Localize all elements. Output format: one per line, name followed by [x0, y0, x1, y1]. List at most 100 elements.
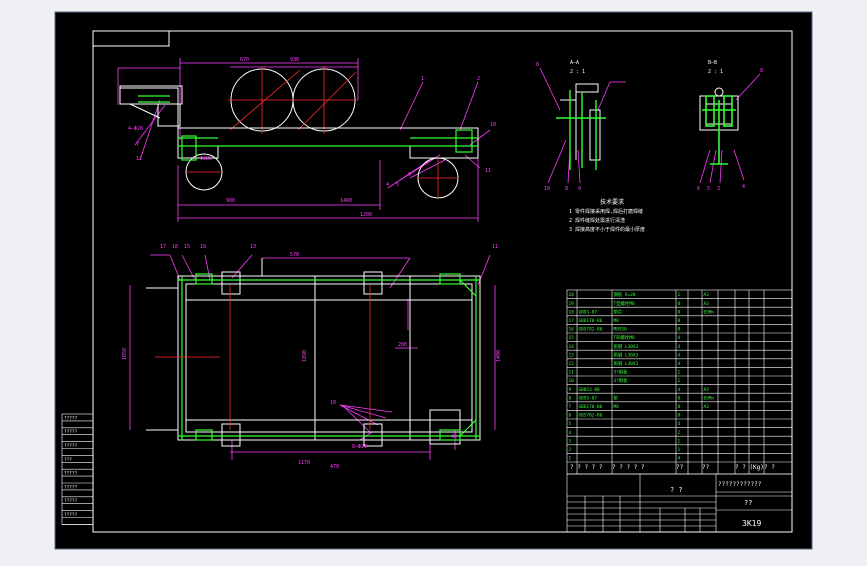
svg-text:200: 200	[398, 342, 407, 348]
svg-text:8—Φ20: 8—Φ20	[352, 444, 367, 450]
dim-bottom: 1460	[340, 198, 352, 204]
plan-dim-6: 40	[451, 434, 457, 440]
bom-cell: 12	[569, 361, 575, 367]
bom-cell: GB93-87	[579, 395, 598, 401]
section-b-scale: 2 : 1	[708, 69, 723, 75]
svg-text:5: 5	[396, 182, 399, 188]
svg-text:9: 9	[578, 186, 581, 192]
bom-cell: 14	[569, 344, 575, 350]
bom-header-3: ??	[676, 464, 684, 471]
bom-cell: 65Mn	[704, 395, 715, 401]
bom-cell: A3	[704, 387, 710, 393]
dim-top: 670	[240, 57, 249, 63]
svg-text:3: 3	[717, 186, 720, 192]
revision-cell: ?????	[64, 443, 78, 449]
bom-cell: GB853-88	[579, 387, 601, 393]
bom-cell: M8X50	[614, 327, 628, 333]
bom-cell: 6	[569, 413, 572, 419]
drawing-canvas: 670 930 1460 1200 900 Φ380 1 2 10 11 4 5…	[54, 11, 813, 550]
bom-cell: GB6170-86	[579, 404, 603, 410]
svg-text:4: 4	[742, 184, 745, 190]
bom-cell: 1	[678, 438, 681, 444]
svg-text:11: 11	[485, 168, 491, 174]
svg-text:8: 8	[565, 186, 568, 192]
bom-cell: 4	[569, 430, 572, 436]
part-name: ? ?	[670, 486, 683, 494]
bom-cell: 3	[569, 438, 572, 444]
bom-cell: 4	[678, 456, 681, 462]
bom-cell: 13	[569, 352, 575, 358]
bom-cell: 角钢 L30X3	[614, 360, 639, 367]
bom-cell: 2	[678, 430, 681, 436]
svg-text:18: 18	[200, 244, 206, 250]
bom-cell: 9	[569, 387, 572, 393]
dim-top-2: 930	[290, 57, 299, 63]
bom-cell: 11	[569, 370, 575, 376]
plan-dim-5: 1170	[298, 460, 310, 466]
tech-req-item-2: 2 焊件缝焊处需进行清渣	[569, 217, 625, 224]
bom-cell: 4	[678, 335, 681, 341]
bom-cell: 8	[678, 395, 681, 401]
svg-text:10: 10	[544, 186, 550, 192]
cad-drawing-viewport: 670 930 1460 1200 900 Φ380 1 2 10 11 4 5…	[0, 0, 867, 562]
tech-req-item-1: 1 零件焊接采用焊,焊后打磨焊缝	[569, 208, 643, 215]
bom-header-6: ? ?	[764, 464, 775, 471]
bom-header-1: ? ? ? ? ?	[570, 464, 603, 471]
bom-header-5: ? ? (Kg)	[735, 464, 764, 471]
svg-text:16: 16	[172, 244, 178, 250]
bom-cell: 8	[678, 327, 681, 333]
bom-cell: T形螺栓M8	[614, 334, 635, 341]
bom-cell: 8	[678, 404, 681, 410]
bom-cell: A3	[704, 404, 710, 410]
section-a-scale: 2 : 1	[570, 69, 585, 75]
svg-text:7: 7	[136, 142, 139, 148]
bom-cell: GB5782-86	[579, 327, 603, 333]
bom-cell: 16	[569, 327, 575, 333]
bom-cell: 角钢 L30X3	[614, 351, 639, 358]
bom-cell: M8	[614, 404, 620, 410]
svg-text:1: 1	[421, 76, 424, 82]
section-b-title: B—B	[708, 60, 717, 66]
svg-text:8: 8	[760, 68, 763, 74]
bom-cell: 4	[678, 387, 681, 393]
bom-cell: 3?钢板	[614, 377, 629, 384]
bom-header-2: ? ? ? ? ?	[612, 464, 645, 471]
bom-cell: 1	[678, 292, 681, 298]
revision-cell: ?????	[64, 484, 78, 490]
bom-cell: 8	[678, 309, 681, 315]
bom-cell: T型螺栓M8	[614, 300, 635, 307]
bom-cell: 垫片	[614, 308, 623, 315]
section-a-title: A—A	[570, 60, 579, 66]
bom-cell: 15	[569, 335, 575, 341]
bom-cell: A3	[704, 301, 710, 307]
revision-cell: ?????	[64, 471, 78, 477]
plan-dim-7: 1400	[496, 350, 502, 362]
plan-dim-4: 470	[330, 464, 339, 470]
svg-text:6: 6	[697, 186, 700, 192]
bom-cell: 7	[569, 404, 572, 410]
bom-cell: 8	[678, 301, 681, 307]
bom-cell: 1	[678, 378, 681, 384]
svg-text:12: 12	[136, 156, 142, 162]
bom-cell: GB93-87	[579, 309, 598, 315]
tech-req-title: 技术要求	[600, 198, 624, 206]
svg-text:11: 11	[492, 244, 498, 250]
revision-cell: ?????	[64, 429, 78, 435]
svg-text:4: 4	[386, 182, 389, 188]
bom-cell: 5	[569, 421, 572, 427]
bom-cell: A3	[704, 292, 710, 298]
svg-text:15: 15	[184, 244, 190, 250]
bom-header-4: ??	[702, 464, 710, 471]
bom-cell: 17	[569, 318, 575, 324]
dim-bottom-3: 900	[226, 198, 235, 204]
bom-cell: 钢板 δ=20	[614, 291, 636, 298]
svg-text:6: 6	[408, 172, 411, 178]
bom-cell: 8	[569, 395, 572, 401]
svg-text:13: 13	[250, 244, 256, 250]
tech-req-item-3: 3 焊接高度不小于焊件的最小厚度	[569, 226, 645, 233]
revision-cell: ?????	[64, 415, 78, 421]
bom-cell: 4	[678, 344, 681, 350]
bom-title-line: ????????????	[718, 481, 762, 488]
bom-cell: 65Mn	[704, 309, 715, 315]
bom-cell: 4	[678, 361, 681, 367]
